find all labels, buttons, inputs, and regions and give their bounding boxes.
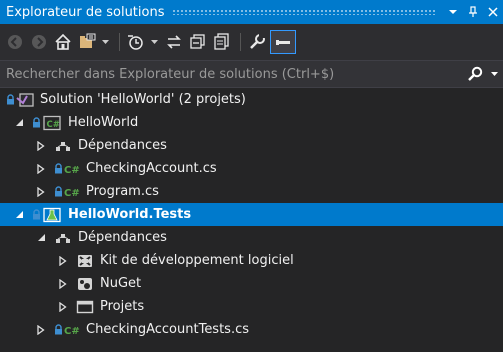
drag-grip[interactable] xyxy=(172,9,435,15)
collapsed-arrow-icon[interactable] xyxy=(34,139,48,153)
tree-item-icon-group xyxy=(32,207,62,223)
back-icon[interactable] xyxy=(4,30,26,54)
sdk-icon xyxy=(76,253,94,269)
search-options-dropdown-icon[interactable] xyxy=(487,72,501,76)
tree-item-label: Projets xyxy=(100,299,145,314)
tree-item-icon-group xyxy=(6,92,34,108)
tree-item-program-cs[interactable]: C# Program.cs xyxy=(0,180,503,203)
collapsed-arrow-icon[interactable] xyxy=(34,162,48,176)
window-menu-dropdown-icon[interactable] xyxy=(443,2,463,22)
tree-item-label: CheckingAccount.cs xyxy=(86,161,217,176)
search-icon[interactable] xyxy=(463,66,487,82)
search-input[interactable] xyxy=(0,65,463,83)
properties-icon[interactable] xyxy=(246,30,268,54)
svg-text:C#: C# xyxy=(47,120,60,130)
dependencies-icon xyxy=(54,139,72,153)
svg-text:C#: C# xyxy=(64,165,80,176)
lock-icon xyxy=(6,94,15,105)
tree-item-checkingaccounttests-cs[interactable]: C# CheckingAccountTests.cs xyxy=(0,318,503,341)
expanded-arrow-icon[interactable] xyxy=(34,231,48,245)
tree-item-icon-group: C# xyxy=(54,162,80,176)
tree-item-checkingaccount-cs[interactable]: C# CheckingAccount.cs xyxy=(0,157,503,180)
solution-explorer-window: Explorateur de solutions Rechercher dans… xyxy=(0,0,503,352)
collapsed-arrow-icon[interactable] xyxy=(34,323,48,337)
toolbar-separator xyxy=(119,33,120,51)
tree-item-projets[interactable]: Projets xyxy=(0,295,503,318)
search-bar xyxy=(0,60,503,88)
tree-item-icon-group xyxy=(76,299,94,315)
tree-item-nuget[interactable]: NuGet xyxy=(0,272,503,295)
home-icon[interactable] xyxy=(52,30,74,54)
switch-views-icon[interactable] xyxy=(76,30,98,54)
tree-item-label: HelloWorld.Tests xyxy=(68,207,192,222)
test-project-icon xyxy=(42,207,62,223)
window-title: Explorateur de solutions xyxy=(6,4,165,20)
projects-icon xyxy=(76,299,94,315)
tree-item-label: Program.cs xyxy=(86,184,159,199)
tree-item-icon-group: C# xyxy=(32,115,62,131)
expanded-arrow-icon[interactable] xyxy=(12,116,26,130)
svg-text:C#: C# xyxy=(64,326,80,337)
tree-item-label: Dépendances xyxy=(78,230,167,245)
svg-text:C#: C# xyxy=(64,188,80,199)
lock-icon xyxy=(32,117,41,128)
collapse-all-icon[interactable] xyxy=(187,30,209,54)
csharp-file-icon: C# xyxy=(64,162,80,176)
forward-icon[interactable] xyxy=(28,30,50,54)
collapsed-arrow-icon[interactable] xyxy=(56,300,70,314)
collapsed-arrow-icon[interactable] xyxy=(56,277,70,291)
pin-icon[interactable] xyxy=(463,2,483,22)
tree-item-icon-group: C# xyxy=(54,185,80,199)
tree-item-icon-group xyxy=(76,276,94,292)
collapsed-arrow-icon[interactable] xyxy=(56,254,70,268)
csharp-file-icon: C# xyxy=(64,185,80,199)
lock-icon xyxy=(54,163,63,174)
toolbar xyxy=(0,24,503,60)
close-icon[interactable] xyxy=(483,2,503,22)
lock-icon xyxy=(54,324,63,335)
tree-item-helloworld-tests[interactable]: HelloWorld.Tests xyxy=(0,203,503,226)
tree-item-label: Dépendances xyxy=(78,138,167,153)
solution-tree: Solution 'HelloWorld' (2 projets) C# Hello… xyxy=(0,88,503,341)
preview-selected-items-icon[interactable] xyxy=(270,30,296,54)
expanded-arrow-icon[interactable] xyxy=(12,208,26,222)
toolbar-separator xyxy=(240,33,241,51)
title-bar[interactable]: Explorateur de solutions xyxy=(0,0,503,24)
lock-icon xyxy=(32,209,41,220)
tree-item-icon-group: C# xyxy=(54,323,80,337)
switch-views-dropdown-icon[interactable] xyxy=(100,40,110,44)
tree-item-kit-de-d-veloppement-logiciel[interactable]: Kit de développement logiciel xyxy=(0,249,503,272)
collapsed-arrow-icon[interactable] xyxy=(34,185,48,199)
tree-item-d-pendances[interactable]: Dépendances xyxy=(0,134,503,157)
tree-item-icon-group xyxy=(76,253,94,269)
csharp-project-icon: C# xyxy=(42,115,62,131)
show-all-files-icon[interactable] xyxy=(211,30,233,54)
pending-changes-dropdown-icon[interactable] xyxy=(149,40,159,44)
tree-item-icon-group xyxy=(54,139,72,153)
tree-item-label: HelloWorld xyxy=(68,115,139,130)
tree-item-solution-helloworld-2-projets[interactable]: Solution 'HelloWorld' (2 projets) xyxy=(0,88,503,111)
tree-item-helloworld[interactable]: C# HelloWorld xyxy=(0,111,503,134)
nuget-icon xyxy=(76,276,94,292)
csharp-file-icon: C# xyxy=(64,323,80,337)
tree-item-label: NuGet xyxy=(100,276,142,291)
tree-item-d-pendances[interactable]: Dépendances xyxy=(0,226,503,249)
tree-item-icon-group xyxy=(54,231,72,245)
tree-item-label: Solution 'HelloWorld' (2 projets) xyxy=(40,92,246,107)
lock-icon xyxy=(54,186,63,197)
tree-item-label: CheckingAccountTests.cs xyxy=(86,322,250,337)
solution-icon xyxy=(16,92,34,108)
tree-item-label: Kit de développement logiciel xyxy=(100,253,294,268)
dependencies-icon xyxy=(54,231,72,245)
sync-with-active-document-icon[interactable] xyxy=(163,30,185,54)
pending-changes-filter-icon[interactable] xyxy=(125,30,147,54)
